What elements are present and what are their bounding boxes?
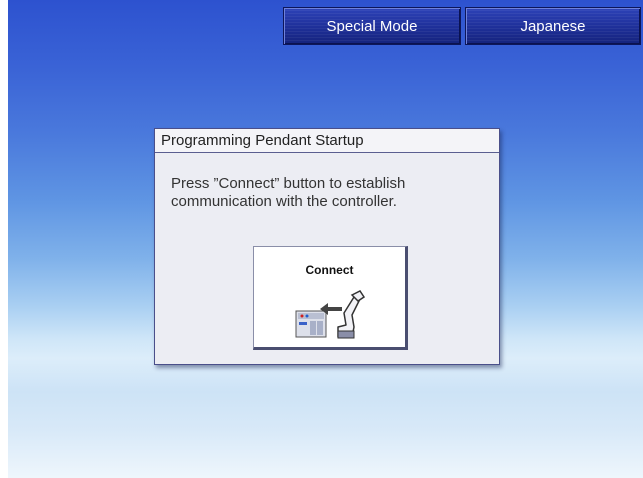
special-mode-label: Special Mode bbox=[326, 17, 418, 35]
japanese-label: Japanese bbox=[520, 17, 586, 35]
controller-robot-icon bbox=[295, 290, 366, 339]
connect-button[interactable]: Connect bbox=[253, 246, 408, 350]
dialog-message-line-2: communication with the controller. bbox=[171, 193, 397, 210]
dialog-message: Press ”Connect” button to establish comm… bbox=[171, 175, 493, 211]
dialog-message-line-1: Press ”Connect” button to establish bbox=[171, 175, 406, 192]
dialog-title: Programming Pendant Startup bbox=[155, 129, 499, 153]
startup-dialog: Programming Pendant Startup Press ”Conne… bbox=[154, 128, 500, 365]
japanese-button[interactable]: Japanese bbox=[465, 7, 641, 45]
screen: Special Mode Japanese Programming Pendan… bbox=[0, 0, 643, 478]
connect-label: Connect bbox=[305, 263, 354, 277]
special-mode-button[interactable]: Special Mode bbox=[283, 7, 461, 45]
